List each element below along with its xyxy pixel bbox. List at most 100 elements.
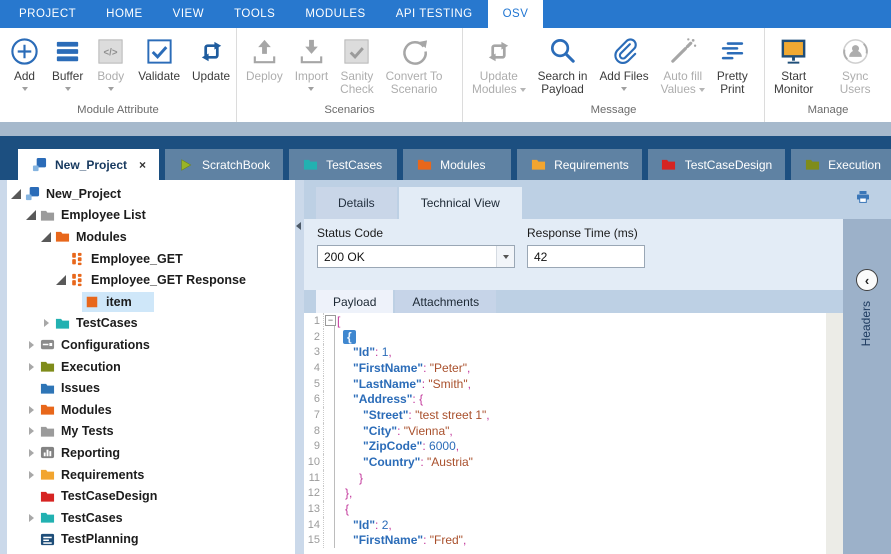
document-tab-bar: New_Project× ScratchBook TestCases Modules R… <box>0 136 891 180</box>
tree-item-issues[interactable]: Issues <box>7 377 295 399</box>
ribbon-button-sync-users[interactable]: Sync Users <box>819 33 891 101</box>
tree-item-requirements[interactable]: Requirements <box>7 464 295 486</box>
ribbon-button-pretty-print[interactable]: PrettyPrint <box>711 33 754 101</box>
expand-open-icon[interactable] <box>25 210 37 220</box>
expand-closed-icon[interactable] <box>25 341 37 349</box>
ribbon-button-search-in-payload[interactable]: Search inPayload <box>532 33 594 101</box>
document-tab-testcasedesign[interactable]: TestCaseDesign <box>648 149 785 180</box>
expand-closed-icon[interactable] <box>25 406 37 414</box>
document-tab-new-project[interactable]: New_Project× <box>18 149 159 180</box>
menu-item-osv[interactable]: OSV <box>488 0 544 28</box>
document-tab-execution[interactable]: Execution <box>791 149 891 180</box>
code-text: { <box>345 502 349 516</box>
expand-panel-button[interactable]: ‹ <box>856 269 878 291</box>
panel-splitter[interactable] <box>295 180 304 554</box>
dropdown-caret-icon[interactable] <box>22 87 28 91</box>
expand-closed-icon[interactable] <box>25 514 37 522</box>
ribbon-button-body[interactable]: </>Body <box>89 33 132 101</box>
editor-scrollbar[interactable] <box>826 313 843 554</box>
ribbon-button-label: Buffer <box>52 70 83 83</box>
close-icon[interactable]: × <box>139 160 146 170</box>
tree-item-testplanning[interactable]: TestPlanning <box>7 529 295 551</box>
menu-item-api-testing[interactable]: API TESTING <box>381 0 488 28</box>
ribbon-button-update[interactable]: Update <box>186 33 236 101</box>
detail-tab-details[interactable]: Details <box>316 187 397 219</box>
dropdown-caret-icon[interactable] <box>621 87 627 91</box>
tree-item-employee-get-response[interactable]: Employee_GET Response <box>7 269 295 291</box>
payload-tab-attachments[interactable]: Attachments <box>395 290 496 313</box>
ribbon-button-update-modules[interactable]: UpdateModules <box>466 33 532 101</box>
menu-item-tools[interactable]: TOOLS <box>219 0 290 28</box>
chevron-down-icon <box>496 246 514 267</box>
document-tab-requirements[interactable]: Requirements <box>517 149 642 180</box>
ribbon-button-validate[interactable]: Validate <box>132 33 186 101</box>
document-tab-label: TestCaseDesign <box>685 158 772 172</box>
code-text: }, <box>345 486 352 500</box>
tree-item-label: TestCases <box>61 511 123 525</box>
ribbon-button-import[interactable]: Import <box>289 33 334 101</box>
tree-item-modules[interactable]: Modules <box>7 226 295 248</box>
tree-item-execution[interactable]: Execution <box>7 356 295 378</box>
ribbon-button-label: Body <box>97 70 124 83</box>
status-code-select[interactable]: 200 OK <box>317 245 515 268</box>
expand-open-icon[interactable] <box>55 275 67 285</box>
print-button[interactable] <box>855 189 871 210</box>
dropdown-caret-icon[interactable] <box>65 87 71 91</box>
code-text: "Country": "Austria" <box>363 455 473 469</box>
expand-closed-icon[interactable] <box>40 319 52 327</box>
dropdown-caret-icon[interactable] <box>108 87 114 91</box>
ribbon-button-start-monitor[interactable]: StartMonitor <box>768 33 819 101</box>
menu-item-project[interactable]: PROJECT <box>4 0 91 28</box>
ribbon-group-module-attribute: AddBuffer</>BodyValidateUpdateModule Att… <box>0 28 237 122</box>
tree-item-employee-get[interactable]: Employee_GET <box>7 248 295 270</box>
tree-item-reporting[interactable]: Reporting <box>7 442 295 464</box>
tree-item-employee-list[interactable]: Employee List <box>7 205 295 227</box>
ribbon-button-auto-fill-values[interactable]: Auto fillValues <box>655 33 711 101</box>
expand-open-icon[interactable] <box>10 189 22 199</box>
tree-item-configurations[interactable]: Configurations <box>7 334 295 356</box>
ribbon-button-deploy[interactable]: Deploy <box>240 33 289 101</box>
response-time-input[interactable] <box>527 245 645 268</box>
document-tab-testcases[interactable]: TestCases <box>289 149 397 180</box>
side-tab-headers[interactable]: Headers <box>859 301 873 346</box>
tree-item-testcases[interactable]: TestCases <box>7 313 295 335</box>
menu-item-view[interactable]: VIEW <box>158 0 219 28</box>
tree-item-my-tests[interactable]: My Tests <box>7 421 295 443</box>
tree-item-item[interactable]: item <box>7 291 295 313</box>
validate-icon <box>144 33 175 70</box>
expand-closed-icon[interactable] <box>25 363 37 371</box>
code-line: 15"FirstName": "Fred", <box>304 533 843 549</box>
import-icon <box>296 33 327 70</box>
line-number: 8 <box>304 423 324 439</box>
dropdown-caret-icon[interactable] <box>308 87 314 91</box>
json-code: 1−[2{3"Id": 1,4"FirstName": "Peter",5"La… <box>304 313 843 548</box>
tree-item-testcasedesign[interactable]: TestCaseDesign <box>7 485 295 507</box>
payload-tab-payload[interactable]: Payload <box>316 290 393 313</box>
detail-tab-technical-view[interactable]: Technical View <box>399 187 522 219</box>
tree-item-label: Modules <box>61 403 112 417</box>
ribbon-button-sanity-check[interactable]: SanityCheck <box>334 33 379 101</box>
fold-collapse-icon[interactable]: − <box>324 315 337 326</box>
ribbon-button-convert-to-scenario[interactable]: Convert ToScenario <box>380 33 449 101</box>
document-tab-label: ScratchBook <box>202 158 270 172</box>
expand-closed-icon[interactable] <box>25 449 37 457</box>
tree-item-testcases[interactable]: TestCases <box>7 507 295 529</box>
ribbon-button-add-files[interactable]: Add Files <box>593 33 654 101</box>
splitter-collapse-icon[interactable] <box>296 222 301 230</box>
expand-closed-icon[interactable] <box>25 427 37 435</box>
tree-item-modules[interactable]: Modules <box>7 399 295 421</box>
tree-item-new-project[interactable]: New_Project <box>7 183 295 205</box>
document-tab-scratchbook[interactable]: ScratchBook <box>165 149 283 180</box>
expand-closed-icon[interactable] <box>25 471 37 479</box>
payload-editor[interactable]: 1−[2{3"Id": 1,4"FirstName": "Peter",5"La… <box>304 313 843 554</box>
document-tab-label: Modules <box>440 158 485 172</box>
expand-open-icon[interactable] <box>40 232 52 242</box>
line-number: 15 <box>304 533 324 549</box>
document-tab-modules[interactable]: Modules <box>403 149 511 180</box>
ribbon-button-add[interactable]: Add <box>3 33 46 101</box>
menu-item-home[interactable]: HOME <box>91 0 158 28</box>
ribbon-button-buffer[interactable]: Buffer <box>46 33 89 101</box>
ribbon-group-message: UpdateModulesSearch inPayloadAdd FilesAu… <box>463 28 765 122</box>
line-number: 1 <box>304 313 324 329</box>
menu-item-modules[interactable]: MODULES <box>290 0 380 28</box>
